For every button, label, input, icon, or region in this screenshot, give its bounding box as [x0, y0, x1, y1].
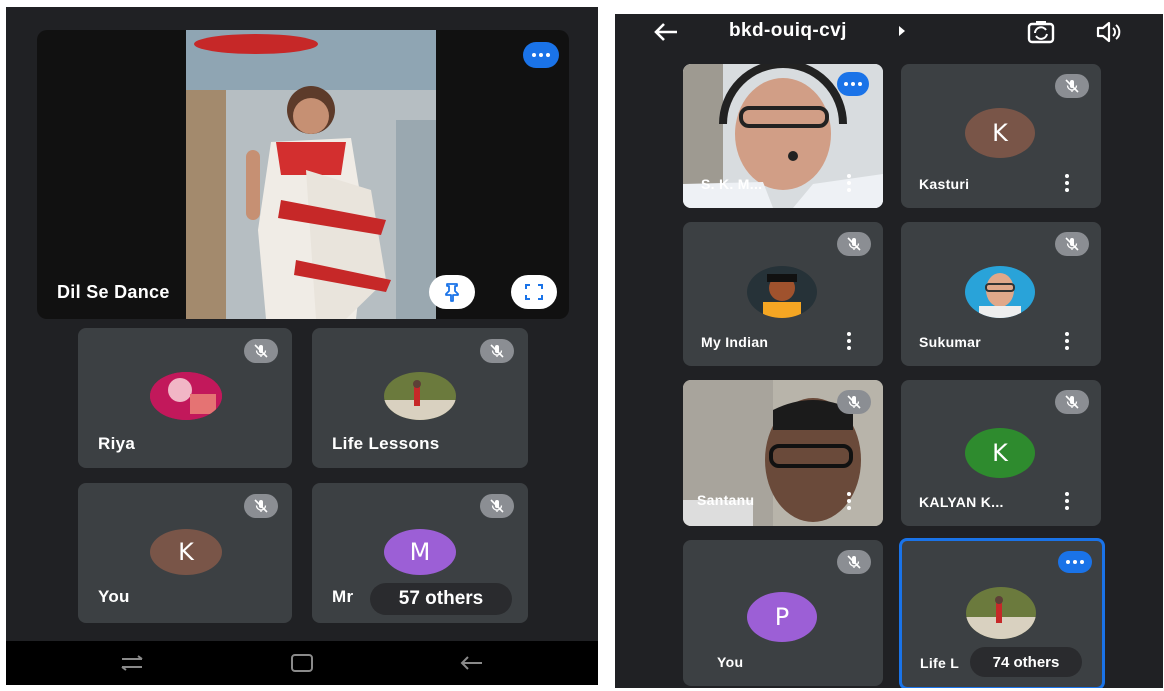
featured-participant-name: Dil Se Dance: [57, 282, 170, 302]
home-icon: [291, 654, 313, 672]
avatar: K: [150, 529, 222, 575]
participant-tile-skm[interactable]: S. K. M...: [683, 64, 883, 208]
avatar: [150, 372, 222, 420]
more-options-icon[interactable]: [1065, 332, 1069, 350]
avatar: K: [965, 108, 1035, 158]
participant-tile-kalyan[interactable]: K KALYAN K...: [901, 380, 1101, 526]
recent-apps-icon: [121, 655, 143, 671]
left-meeting-screen: Dil Se Dance Riya Life Lessons K You M M…: [6, 7, 598, 685]
mic-off-icon: [1055, 74, 1089, 98]
mic-off-icon: [244, 494, 278, 518]
speaker-icon: [1096, 21, 1121, 43]
avatar: K: [965, 428, 1035, 478]
participant-tile-others[interactable]: M Mr 57 others: [312, 483, 528, 623]
mic-off-icon: [244, 339, 278, 363]
avatar: M: [384, 529, 456, 575]
dance-video-feed: [186, 30, 436, 319]
participant-tile-you[interactable]: K You: [78, 483, 292, 623]
more-options-icon[interactable]: [847, 332, 851, 350]
participant-name: S. K. M...: [701, 176, 763, 192]
participant-name: Sukumar: [919, 334, 982, 350]
participant-tile-santanu[interactable]: Santanu: [683, 380, 883, 526]
more-options-icon[interactable]: [847, 492, 851, 510]
switch-camera-icon: [1027, 21, 1055, 44]
others-count-badge[interactable]: 57 others: [370, 583, 512, 615]
participant-tile-my-indian[interactable]: My Indian: [683, 222, 883, 366]
meeting-code[interactable]: bkd-ouiq-cvj: [729, 20, 847, 42]
fullscreen-button[interactable]: [511, 275, 557, 309]
back-button[interactable]: [651, 18, 681, 46]
mic-off-icon: [1055, 232, 1089, 256]
avatar: [747, 266, 817, 318]
pin-button[interactable]: [429, 275, 475, 309]
speaking-indicator: [523, 42, 559, 68]
participant-tile-others[interactable]: Life L 74 others: [899, 538, 1105, 688]
more-options-icon[interactable]: [1065, 492, 1069, 510]
speaking-indicator: [837, 72, 869, 96]
recent-apps-button[interactable]: [116, 651, 148, 675]
participant-tile-life-lessons[interactable]: Life Lessons: [312, 328, 528, 468]
switch-camera-button[interactable]: [1026, 17, 1056, 47]
participant-tile-you[interactable]: P You: [683, 540, 883, 686]
fullscreen-icon: [525, 284, 543, 300]
participant-name: Kasturi: [919, 176, 970, 192]
meeting-details-caret-icon[interactable]: [899, 26, 905, 36]
mic-off-icon: [480, 494, 514, 518]
mic-off-icon: [837, 232, 871, 256]
android-navigation-bar: [6, 641, 598, 685]
participant-name: KALYAN K...: [919, 494, 1004, 510]
participant-name: Mr: [332, 587, 354, 606]
audio-output-button[interactable]: [1094, 19, 1124, 45]
avatar: [965, 266, 1035, 318]
pin-icon: [445, 283, 459, 302]
participant-name: Life L: [920, 655, 960, 671]
avatar: [384, 372, 456, 420]
participant-name: Santanu: [697, 492, 755, 508]
participant-name: Life Lessons: [332, 434, 440, 453]
mic-off-icon: [837, 550, 871, 574]
back-arrow-icon: [654, 23, 677, 41]
participant-tile-riya[interactable]: Riya: [78, 328, 292, 468]
avatar: P: [747, 592, 817, 642]
more-options-icon[interactable]: [1065, 174, 1069, 192]
mic-off-icon: [1055, 390, 1089, 414]
mic-off-icon: [837, 390, 871, 414]
participant-tile-sukumar[interactable]: Sukumar: [901, 222, 1101, 366]
participant-tile-kasturi[interactable]: K Kasturi: [901, 64, 1101, 208]
participant-name: You: [98, 587, 130, 606]
featured-video-tile[interactable]: Dil Se Dance: [37, 30, 569, 319]
back-button[interactable]: [456, 651, 488, 675]
participant-name: Riya: [98, 434, 136, 453]
back-arrow-icon: [460, 656, 482, 670]
participant-name: You: [717, 654, 744, 670]
home-button[interactable]: [286, 651, 318, 675]
avatar: [966, 587, 1036, 639]
participant-name: My Indian: [701, 334, 769, 350]
more-indicator: [1058, 551, 1092, 573]
right-meeting-screen: bkd-ouiq-cvj S. K. M... K Kasturi My Ind…: [615, 14, 1163, 688]
more-options-icon[interactable]: [847, 174, 851, 192]
mic-off-icon: [480, 339, 514, 363]
others-count-badge[interactable]: 74 others: [970, 647, 1082, 677]
